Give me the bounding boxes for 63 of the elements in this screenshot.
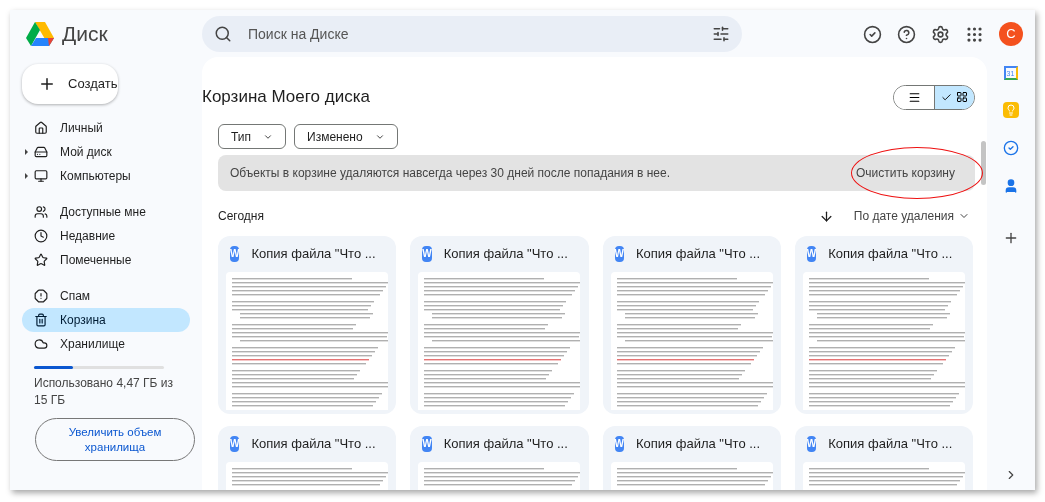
plus-icon <box>38 75 56 93</box>
apps-icon[interactable] <box>965 24 984 44</box>
trash-icon <box>34 313 48 327</box>
cloud-icon <box>34 337 48 351</box>
drive-logo-icon <box>26 22 54 46</box>
expand-caret-icon[interactable] <box>25 149 28 155</box>
offline-status-icon[interactable] <box>863 24 882 44</box>
sidebar-item[interactable]: Спам <box>22 284 190 308</box>
file-name: Копия файла "Что ... <box>443 435 568 454</box>
section-title: Сегодня <box>218 208 264 225</box>
people-icon <box>34 205 48 219</box>
expand-caret-icon[interactable] <box>25 173 28 179</box>
grid-icon <box>956 91 968 103</box>
drive-icon <box>34 145 48 159</box>
sidebar-item[interactable]: Корзина <box>22 308 190 332</box>
star-icon <box>34 253 48 267</box>
filter-chip[interactable]: Тип <box>218 124 286 149</box>
app-name: Диск <box>62 21 108 48</box>
sidebar-item[interactable]: Компьютеры <box>22 164 190 188</box>
sort-direction-icon[interactable] <box>818 208 834 224</box>
file-name: Копия файла "Что ... <box>828 435 953 454</box>
computer-icon <box>34 169 48 183</box>
filter-chip[interactable]: Изменено <box>294 124 398 149</box>
file-name: Копия файла "Что ... <box>635 435 761 454</box>
filter-icon[interactable] <box>712 25 730 43</box>
sort-dropdown[interactable]: По дате удаления <box>853 207 970 225</box>
empty-trash-button[interactable]: Очистить корзину <box>848 155 963 191</box>
sidebar-item[interactable]: Личный <box>22 116 190 140</box>
page-title: Корзина Моего диска <box>202 86 370 109</box>
file-name: Копия файла "Что ... <box>251 435 376 454</box>
storage-usage-text: Использовано 4,47 ГБ из 15 ГБ <box>34 375 174 409</box>
search-input[interactable]: Поиск на Диске <box>248 23 696 45</box>
settings-icon[interactable] <box>931 24 950 44</box>
sidebar-item[interactable]: Недавние <box>22 224 190 248</box>
notice-text: Объекты в корзине удаляются навсегда через 30 дней после попадания в нее. <box>230 165 670 182</box>
sidebar-item[interactable]: Помеченные <box>22 248 190 272</box>
search-bar[interactable]: Поиск на Диске <box>202 16 742 52</box>
grid-view-toggle[interactable] <box>934 85 974 109</box>
file-card[interactable]: W Копия файла "Что ... <box>794 426 973 490</box>
file-name: Копия файла "Что ... <box>635 245 761 264</box>
file-name: Копия файла "Что ... <box>828 245 953 264</box>
sidebar-item[interactable]: Мой диск <box>22 140 190 164</box>
house-icon <box>34 121 48 135</box>
warning-icon <box>34 289 48 303</box>
sidebar-item[interactable]: Хранилище <box>22 332 190 356</box>
check-icon <box>941 91 952 103</box>
file-name: Копия файла "Что ... <box>251 245 376 264</box>
word-file-icon: W <box>806 246 817 262</box>
list-icon <box>907 90 921 104</box>
search-icon <box>214 25 232 43</box>
word-file-icon: W <box>422 246 432 262</box>
help-icon[interactable] <box>897 24 916 44</box>
sidebar-item[interactable]: Доступные мне <box>22 200 190 224</box>
clock-icon <box>34 229 48 243</box>
tasks-icon[interactable] <box>1002 140 1019 156</box>
file-card[interactable]: W Копия файла "Что ... <box>794 236 973 414</box>
file-card[interactable]: W Копия файла "Что ... <box>410 426 589 490</box>
scrollbar <box>981 141 986 185</box>
word-file-icon: W <box>422 436 432 452</box>
create-button[interactable]: Создать <box>22 64 118 104</box>
file-name: Копия файла "Что ... <box>443 245 568 264</box>
word-file-icon: W <box>806 436 817 452</box>
file-card[interactable]: W Копия файла "Что ... <box>410 236 589 414</box>
